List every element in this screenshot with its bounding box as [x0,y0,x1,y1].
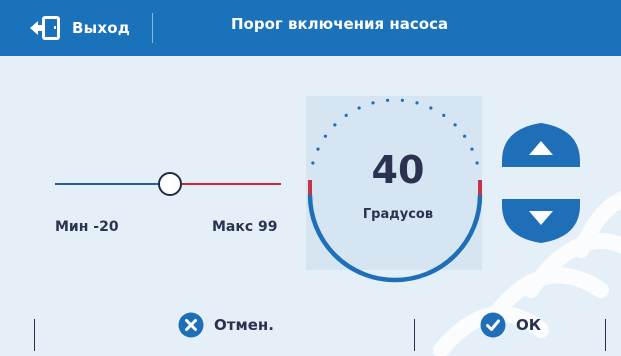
increase-button[interactable] [500,121,582,167]
dial-dot [463,134,467,138]
dial-dot [470,147,474,151]
check-circle-icon [480,312,506,338]
ok-label: ОК [516,316,542,334]
dial-dot [475,161,479,165]
dial-value: 40 [371,148,425,192]
screen: Выход Порог включения насоса Мин -20 Мак… [0,0,621,356]
dial-dot [357,106,361,110]
dial-dot [453,123,457,127]
dial-dot [415,101,419,105]
dial-dot [442,113,446,117]
decrease-button[interactable] [500,199,582,245]
dial-dot [316,147,320,151]
close-circle-icon [178,312,204,338]
exit-button[interactable]: Выход [28,12,130,44]
header-divider [152,13,153,43]
footer-divider-right [605,319,606,351]
ok-button[interactable]: ОК [480,312,541,338]
cancel-label: Отмен. [214,316,274,334]
dial-dot [323,134,327,138]
cancel-button[interactable]: Отмен. [178,312,274,338]
footer-divider-left [34,319,35,351]
slider-thumb[interactable] [158,172,182,196]
dial-dot [311,161,315,165]
dial-dot [344,113,348,117]
dial-dot [371,101,375,105]
slider-track-low [55,183,159,185]
slider-min-label: Мин -20 [55,219,119,235]
dial-unit: Градусов [362,207,434,222]
footer-divider-middle [414,319,415,351]
exit-door-icon [30,16,60,40]
top-bar: Выход Порог включения насоса [0,0,621,56]
page-title: Порог включения насоса [231,15,449,33]
slider-max-label: Макс 99 [212,219,278,235]
dial-dot [333,123,337,127]
dial-dot [429,106,433,110]
dial-dot [386,98,390,102]
dial-dot [400,98,404,102]
threshold-slider[interactable] [55,168,285,200]
exit-label: Выход [72,19,131,37]
slider-track-high [181,183,281,185]
